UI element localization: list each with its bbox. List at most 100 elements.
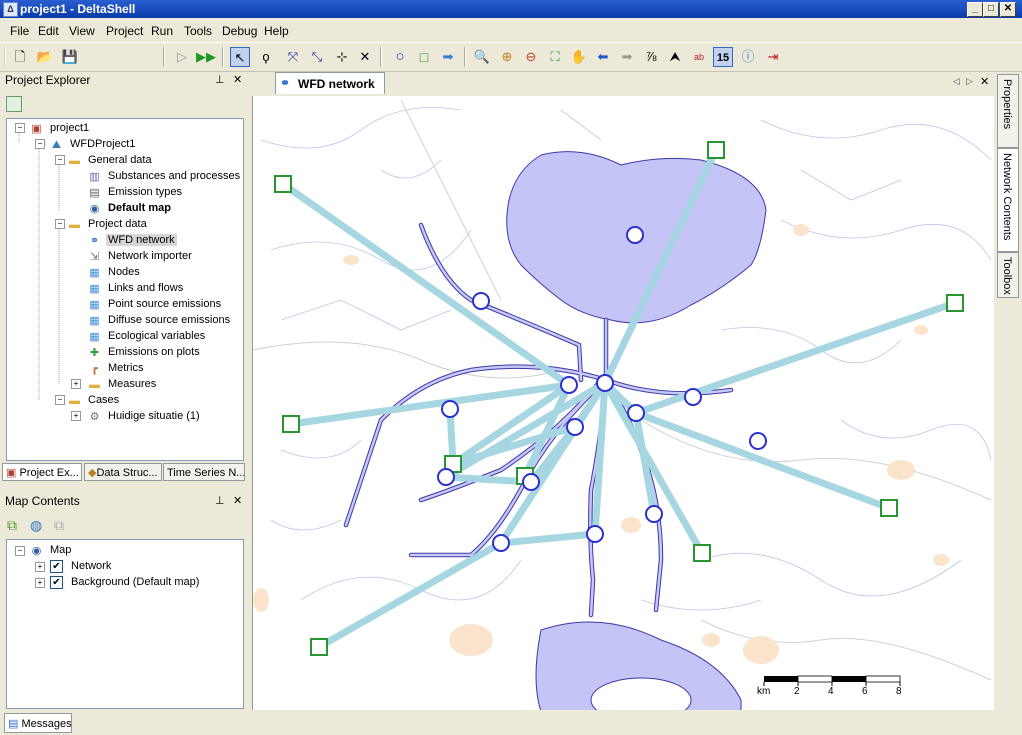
delete-icon[interactable]: ✕ bbox=[355, 47, 375, 67]
network-layer-checkbox[interactable]: ✔ bbox=[50, 560, 63, 573]
app-icon: Δ bbox=[3, 2, 18, 17]
add-node-circle-icon[interactable]: ○ bbox=[390, 47, 410, 67]
circle-node[interactable] bbox=[626, 226, 644, 244]
new-icon[interactable]: 🗋 bbox=[10, 47, 30, 67]
add-node-square-icon[interactable]: □ bbox=[414, 47, 434, 67]
lasso-icon[interactable]: ϙ bbox=[256, 47, 276, 67]
collapse-cases-toggle[interactable]: − bbox=[55, 395, 65, 405]
tab-wfd-network[interactable]: ⚭ WFD network bbox=[275, 72, 385, 94]
expand-measures-toggle[interactable]: + bbox=[71, 379, 81, 389]
open-icon[interactable]: 📂 bbox=[35, 47, 55, 67]
square-node[interactable] bbox=[707, 141, 725, 159]
maximize-button[interactable]: □ bbox=[983, 2, 999, 17]
circle-node[interactable] bbox=[437, 468, 455, 486]
folder-icon: ▬ bbox=[69, 155, 80, 167]
square-node[interactable] bbox=[282, 415, 300, 433]
north-arrow-icon[interactable]: ⮝ bbox=[665, 47, 685, 67]
circle-node[interactable] bbox=[560, 376, 578, 394]
circle-node[interactable] bbox=[441, 400, 459, 418]
tab-toolbox[interactable]: Toolbox bbox=[997, 252, 1019, 298]
tab-time-series[interactable]: Time Series N... bbox=[163, 463, 245, 481]
collapse-general-data-toggle[interactable]: − bbox=[55, 155, 65, 165]
circle-node[interactable] bbox=[492, 534, 510, 552]
collapse-map-toggle[interactable]: − bbox=[15, 546, 25, 556]
collapse-wfdproject-toggle[interactable]: − bbox=[35, 139, 45, 149]
scroll-left-icon[interactable]: ◁ bbox=[953, 76, 960, 87]
menu-tools[interactable]: Tools bbox=[184, 24, 212, 38]
messages-icon: ▤ bbox=[8, 718, 19, 730]
run-icon[interactable]: ▷ bbox=[172, 47, 192, 67]
circle-node[interactable] bbox=[472, 292, 490, 310]
pin-icon[interactable]: ⊥ bbox=[215, 73, 225, 86]
circle-node[interactable] bbox=[684, 388, 702, 406]
zoom-icon[interactable]: 🔍 bbox=[472, 47, 492, 67]
edit-vertex-icon[interactable]: ⤧ bbox=[283, 47, 303, 67]
square-node[interactable] bbox=[693, 544, 711, 562]
project-icon: ▣ bbox=[31, 123, 42, 135]
map-view[interactable]: km 2 4 6 8 bbox=[252, 96, 994, 710]
zoom-out-icon[interactable]: ⊖ bbox=[521, 47, 541, 67]
circle-node[interactable] bbox=[586, 525, 604, 543]
expand-background-toggle[interactable]: + bbox=[35, 578, 45, 588]
remove-layer-icon[interactable]: ⧉ bbox=[54, 517, 64, 534]
expand-network-toggle[interactable]: + bbox=[35, 562, 45, 572]
menu-edit[interactable]: Edit bbox=[38, 24, 59, 38]
refresh-tree-icon[interactable] bbox=[6, 96, 22, 112]
circle-node[interactable] bbox=[522, 473, 540, 491]
tab-properties[interactable]: Properties bbox=[997, 74, 1019, 148]
square-node[interactable] bbox=[946, 294, 964, 312]
export-icon[interactable]: ⇥ bbox=[763, 47, 783, 67]
gear-icon: ⚙ bbox=[89, 411, 100, 423]
save-icon[interactable]: 💾 bbox=[60, 47, 80, 67]
circle-node[interactable] bbox=[566, 418, 584, 436]
minimize-button[interactable]: _ bbox=[967, 2, 983, 17]
close-document-icon[interactable]: ✕ bbox=[980, 75, 989, 88]
info-icon[interactable]: ⓘ bbox=[738, 47, 758, 67]
add-link-icon[interactable]: ➡ bbox=[438, 47, 458, 67]
menu-run[interactable]: Run bbox=[151, 24, 173, 38]
pin-icon[interactable]: ⊥ bbox=[215, 494, 225, 507]
circle-node[interactable] bbox=[627, 404, 645, 422]
run-all-icon[interactable]: ▶▶ bbox=[196, 47, 216, 67]
zoom-level-button[interactable]: 15 bbox=[713, 47, 733, 67]
close-panel-icon[interactable]: ✕ bbox=[233, 73, 242, 86]
expand-huidige-toggle[interactable]: + bbox=[71, 411, 81, 421]
square-node[interactable] bbox=[880, 499, 898, 517]
pan-icon[interactable]: ✋ bbox=[569, 47, 589, 67]
select-tool-icon[interactable]: ↖ bbox=[230, 47, 250, 67]
add-wms-layer-icon[interactable]: ◍ bbox=[30, 517, 42, 534]
label-icon[interactable]: ab bbox=[689, 47, 709, 67]
menu-debug[interactable]: Debug bbox=[222, 24, 257, 38]
add-layer-icon[interactable]: ⧉ bbox=[7, 517, 17, 534]
square-node[interactable] bbox=[310, 638, 328, 656]
menu-file[interactable]: File bbox=[10, 24, 29, 38]
tab-data-structure[interactable]: ◆Data Struc... bbox=[84, 463, 162, 481]
menu-project[interactable]: Project bbox=[106, 24, 143, 38]
menu-view[interactable]: View bbox=[69, 24, 95, 38]
map-canvas[interactable]: km 2 4 6 8 bbox=[253, 96, 994, 710]
scroll-right-icon[interactable]: ▷ bbox=[966, 76, 973, 87]
table-icon: ▦ bbox=[89, 331, 100, 343]
forward-icon[interactable]: ➡ bbox=[617, 47, 637, 67]
circle-node[interactable] bbox=[645, 505, 663, 523]
add-vertex-icon[interactable]: ⊹ bbox=[332, 47, 352, 67]
move-vertex-icon[interactable]: ⤡ bbox=[307, 47, 327, 67]
collapse-project-toggle[interactable]: − bbox=[15, 123, 25, 133]
zoom-extent-icon[interactable]: ⛶ bbox=[545, 47, 565, 67]
square-node[interactable] bbox=[274, 175, 292, 193]
close-button[interactable]: ✕ bbox=[1000, 2, 1016, 17]
measure-icon[interactable]: ⅞ bbox=[641, 47, 661, 67]
tab-messages[interactable]: ▤ Messages bbox=[4, 713, 72, 733]
tab-network-contents[interactable]: Network Contents bbox=[997, 148, 1019, 252]
circle-node[interactable] bbox=[596, 374, 614, 392]
tab-project-explorer[interactable]: ▣ Project Ex... bbox=[2, 463, 82, 481]
background-layer-checkbox[interactable]: ✔ bbox=[50, 576, 63, 589]
zoom-in-icon[interactable]: ⊕ bbox=[497, 47, 517, 67]
menu-help[interactable]: Help bbox=[264, 24, 289, 38]
collapse-project-data-toggle[interactable]: − bbox=[55, 219, 65, 229]
table-icon: ▦ bbox=[89, 267, 100, 279]
close-panel-icon[interactable]: ✕ bbox=[233, 494, 242, 507]
circle-node[interactable] bbox=[749, 432, 767, 450]
back-icon[interactable]: ⬅ bbox=[593, 47, 613, 67]
map-contents-title: Map Contents bbox=[5, 494, 80, 508]
